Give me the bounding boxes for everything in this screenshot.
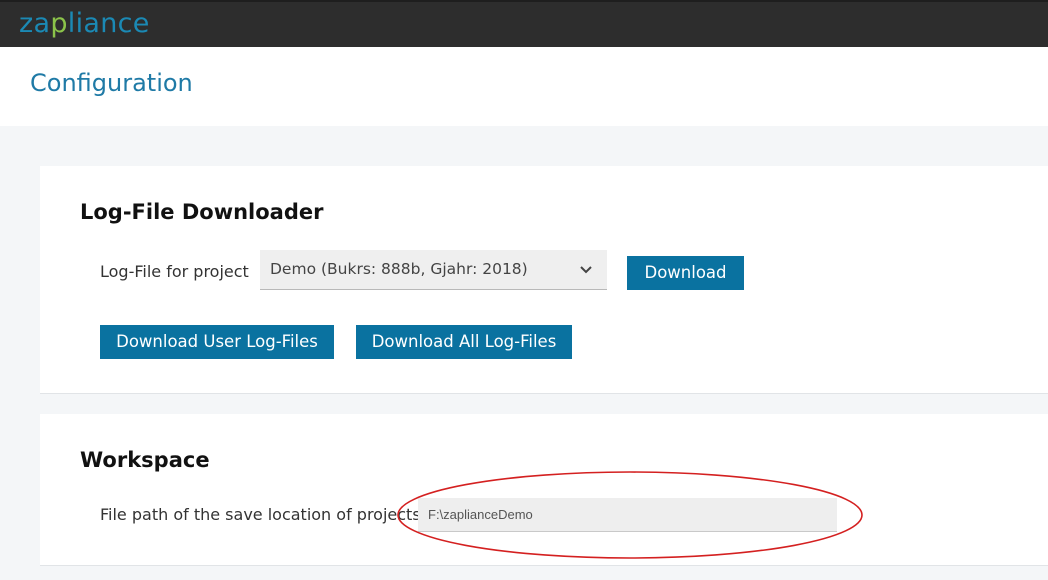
project-select-value: Demo (Bukrs: 888b, Gjahr: 2018) (270, 260, 528, 278)
logo-text-suffix: liance (67, 8, 150, 39)
project-select[interactable]: Demo (Bukrs: 888b, Gjahr: 2018) (260, 250, 607, 290)
download-all-logfiles-button[interactable]: Download All Log-Files (356, 325, 572, 359)
logfile-section-title: Log-File Downloader (80, 200, 324, 224)
logfile-downloader-card: Log-File Downloader Log-File for project… (40, 166, 1048, 394)
project-label: Log-File for project (100, 262, 249, 281)
download-user-logfiles-button[interactable]: Download User Log-Files (100, 325, 334, 359)
page-title: Configuration (30, 69, 193, 97)
chevron-down-icon (580, 266, 592, 274)
workspace-section-title: Workspace (80, 448, 210, 472)
zapliance-logo[interactable]: zapliance (19, 8, 150, 40)
download-button[interactable]: Download (627, 256, 744, 290)
logo-text-prefix: za (19, 8, 51, 39)
workspace-card: Workspace File path of the save location… (40, 414, 1048, 566)
save-path-label: File path of the save location of projec… (100, 505, 421, 524)
logo-text-accent: p (50, 8, 68, 39)
top-navigation-bar: zapliance (0, 0, 1048, 47)
save-path-input[interactable] (418, 498, 837, 532)
page-header: Configuration (0, 47, 1048, 126)
